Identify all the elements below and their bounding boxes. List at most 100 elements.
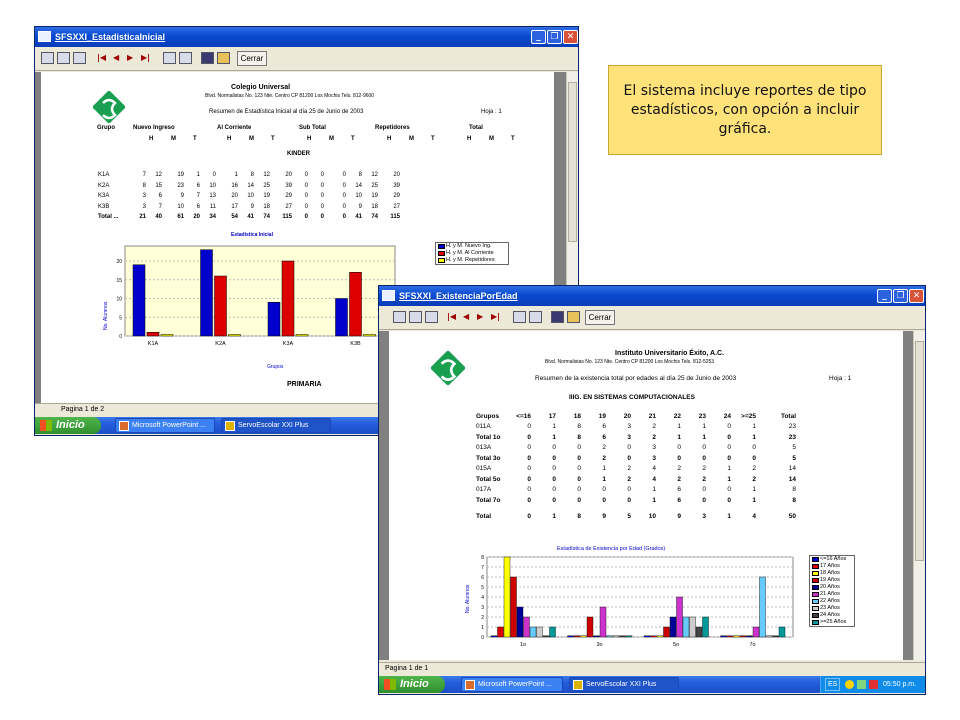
minimize-button[interactable]: _	[877, 289, 892, 303]
table-cell: 20	[193, 214, 200, 221]
print-icon[interactable]	[163, 52, 176, 64]
start-button[interactable]: Inicio	[379, 676, 445, 693]
last-page-icon[interactable]: ▶|	[491, 311, 504, 323]
table-header-cell: Grupos	[476, 412, 500, 420]
chart2-ytick: 6	[481, 575, 484, 581]
open-folder-icon[interactable]	[217, 52, 230, 64]
table-cell: 1	[752, 486, 756, 494]
fit-page-icon[interactable]	[393, 311, 406, 323]
chart2-bar	[726, 635, 734, 638]
chart2-bar	[695, 626, 703, 638]
print-icon[interactable]	[513, 311, 526, 323]
taskbar-servoescolar[interactable]: ServoEscolar XXI Plus	[569, 677, 679, 692]
minimize-button[interactable]: _	[531, 30, 546, 44]
scroll-thumb[interactable]	[568, 82, 577, 242]
table-cell: K2A	[98, 182, 110, 189]
school-name: Instituto Universitario Éxito, A.C.	[615, 350, 725, 357]
start-button[interactable]: Inicio	[35, 417, 101, 434]
table-cell: 8	[792, 496, 796, 504]
chart2-bar	[752, 626, 760, 638]
table-header-cell: 21	[648, 412, 656, 420]
table-cell: 14	[788, 465, 796, 473]
table-cell: Total 5o	[476, 475, 501, 483]
tray-icon[interactable]	[845, 680, 854, 689]
printer-setup-icon[interactable]	[179, 52, 192, 64]
taskbar-powerpoint[interactable]: Microsoft PowerPoint ...	[461, 677, 563, 692]
table-cell: 19	[371, 193, 378, 200]
taskbar-servoescolar[interactable]: ServoEscolar XXI Plus	[221, 418, 331, 433]
school-name: Colegio Universal	[231, 84, 291, 91]
page-width-icon[interactable]	[425, 311, 438, 323]
save-icon[interactable]	[201, 52, 214, 64]
table-cell: 0	[577, 465, 581, 473]
page-width-icon[interactable]	[73, 52, 86, 64]
table-row: 015A 0 0 0 1 2 4 2 2 1 2 14	[473, 464, 799, 475]
fit-page-icon[interactable]	[41, 52, 54, 64]
hmt-header: T	[351, 136, 355, 142]
chart2-bar	[510, 576, 517, 638]
chart2-bar	[573, 635, 581, 638]
tray-icon[interactable]	[857, 680, 866, 689]
cerrar-button[interactable]: Cerrar	[585, 310, 615, 325]
save-icon[interactable]	[551, 311, 564, 323]
open-folder-icon[interactable]	[567, 311, 580, 323]
chart2-bar	[739, 635, 747, 638]
window-title[interactable]: SFSXXI_ExistenciaPorEdad	[379, 286, 925, 306]
last-page-icon[interactable]: ▶|	[141, 52, 154, 64]
chart2-bar	[778, 626, 786, 638]
prev-page-icon[interactable]: ◀	[113, 52, 126, 64]
table-cell: 3	[627, 433, 631, 441]
chart2-bar	[503, 556, 511, 638]
table-row: K3B 3 7 10 6 11 17 9 18 27 0 0 0 9 18 27	[95, 202, 403, 213]
table-cell: 41	[247, 214, 254, 221]
table-cell: 0	[577, 475, 581, 483]
table-cell: 0	[304, 172, 308, 179]
table-cell: 0	[627, 454, 631, 462]
table-cell: 0	[702, 454, 706, 462]
taskbar-powerpoint[interactable]: Microsoft PowerPoint ...	[115, 418, 215, 433]
table-cell: 6	[158, 193, 162, 200]
legend-item: H. y M. Al Corriente	[436, 250, 508, 257]
first-page-icon[interactable]: |◀	[447, 311, 460, 323]
chart2-ytick: 7	[481, 565, 484, 571]
scroll-thumb[interactable]	[915, 341, 924, 561]
zoom-icon[interactable]	[409, 311, 422, 323]
table-cell: 3	[627, 423, 631, 431]
clock: 05:50 p.m.	[883, 681, 917, 688]
close-window-button[interactable]: ✕	[909, 289, 924, 303]
tray-icon[interactable]	[869, 680, 878, 689]
language-indicator[interactable]: ES	[825, 678, 841, 691]
hmt-header: H	[149, 136, 154, 142]
chart2-xtick: 3o	[596, 642, 602, 648]
window-title[interactable]: SFSXXI_EstadisticaInicial	[35, 27, 578, 47]
next-page-icon[interactable]: ▶	[477, 311, 490, 323]
restore-button[interactable]: ❐	[547, 30, 562, 44]
table-cell: 6	[677, 496, 681, 504]
table-cell: 0	[527, 475, 531, 483]
zoom-icon[interactable]	[57, 52, 70, 64]
hmt-header: H	[387, 136, 392, 142]
cerrar-button[interactable]: Cerrar	[237, 51, 267, 66]
table-cell: 0	[602, 486, 606, 494]
chart1-bar	[200, 249, 213, 337]
vertical-scrollbar[interactable]	[913, 331, 925, 660]
table-header-cell: >=25	[741, 412, 756, 420]
table-cell: 0	[552, 475, 556, 483]
close-window-button[interactable]: ✕	[563, 30, 578, 44]
table-cell: 23	[177, 182, 184, 189]
table-cell: Total	[476, 513, 492, 520]
table-cell: 34	[209, 214, 216, 221]
first-page-icon[interactable]: |◀	[97, 52, 110, 64]
chart1-bar	[335, 298, 348, 337]
table-row: K2A 8 15 23 6 10 16 14 25 39 0 0 0 14 25 39	[95, 181, 403, 192]
table-cell: 29	[285, 193, 292, 200]
next-page-icon[interactable]: ▶	[127, 52, 140, 64]
chart2-bar	[772, 635, 779, 638]
printer-setup-icon[interactable]	[529, 311, 542, 323]
prev-page-icon[interactable]: ◀	[463, 311, 476, 323]
legend-item: 17 Años	[810, 563, 854, 570]
table-header-row: Grupos <=16 17 18 19 20 21 22 23 24 >=25 Total	[473, 411, 799, 422]
legend-item: H. y M. Nuevo Ing.	[436, 243, 508, 250]
restore-button[interactable]: ❐	[893, 289, 908, 303]
table-cell: 40	[155, 214, 162, 221]
